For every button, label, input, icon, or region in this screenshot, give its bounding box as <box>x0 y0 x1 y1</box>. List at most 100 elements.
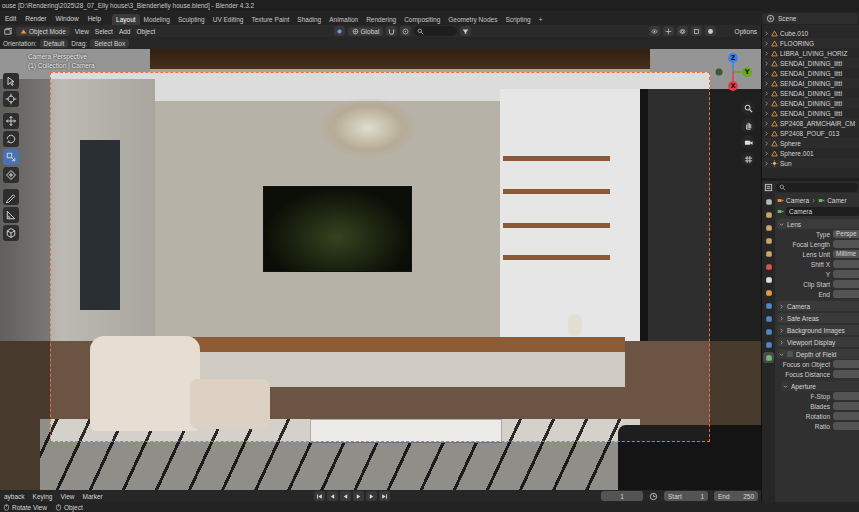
outliner-item[interactable]: SENDAI_DINING_littl <box>762 98 859 108</box>
property-field[interactable] <box>833 422 859 430</box>
expand-arrow-icon[interactable] <box>764 51 769 56</box>
annotate-tool[interactable] <box>3 189 19 205</box>
workspace-tab[interactable]: Animation <box>325 14 362 25</box>
cursor-tool[interactable] <box>3 91 19 107</box>
navigation-gizmo[interactable]: ZYX <box>711 51 755 93</box>
outliner-item[interactable]: FLOORING <box>762 38 859 48</box>
camera-view-button[interactable] <box>741 135 755 149</box>
expand-arrow-icon[interactable] <box>764 131 769 136</box>
outliner-item[interactable]: LIBRA_LIVING_HORIZ <box>762 48 859 58</box>
viewport-menu-item[interactable]: Select <box>94 27 114 36</box>
properties-tab[interactable] <box>763 313 774 324</box>
expand-arrow-icon[interactable] <box>764 81 769 86</box>
timeline-menu-item[interactable]: Marker <box>81 492 103 501</box>
scene-render[interactable] <box>0 49 761 490</box>
panel-header[interactable]: Safe Areas <box>777 313 859 323</box>
properties-tab[interactable] <box>763 222 774 233</box>
timeline-menu-item[interactable]: ayback <box>3 492 26 501</box>
jump-end-button[interactable] <box>379 491 390 501</box>
panel-header[interactable]: Background Images <box>777 325 859 335</box>
viewport-menu-item[interactable]: Object <box>136 27 157 36</box>
expand-arrow-icon[interactable] <box>764 101 769 106</box>
properties-tab[interactable] <box>763 248 774 259</box>
properties-tab[interactable] <box>763 209 774 220</box>
outliner-item[interactable]: SENDAI_DINING_littl <box>762 88 859 98</box>
viewport-search[interactable] <box>414 26 457 36</box>
timeline-menu-item[interactable]: View <box>59 492 75 501</box>
proportional-button[interactable] <box>400 26 411 36</box>
expand-arrow-icon[interactable] <box>764 161 769 166</box>
snap-button[interactable] <box>386 26 397 36</box>
scene-selector[interactable]: Scene <box>762 13 858 24</box>
expand-arrow-icon[interactable] <box>764 121 769 126</box>
property-field[interactable] <box>833 290 859 298</box>
menu-item[interactable]: Help <box>87 14 102 23</box>
panel-header[interactable]: Aperture <box>781 381 859 391</box>
outliner-item[interactable]: SP2408_POUF_013 <box>762 128 859 138</box>
expand-arrow-icon[interactable] <box>764 141 769 146</box>
workspace-tab[interactable]: Rendering <box>362 14 400 25</box>
play-button[interactable] <box>353 491 364 501</box>
add-workspace-button[interactable]: + <box>535 14 547 25</box>
properties-tab[interactable] <box>763 326 774 337</box>
properties-tab[interactable] <box>763 352 774 363</box>
expand-arrow-icon[interactable] <box>764 41 769 46</box>
properties-tab[interactable] <box>763 235 774 246</box>
pan-button[interactable] <box>741 118 755 132</box>
drag-dropdown[interactable]: Select Box <box>90 39 129 48</box>
property-field[interactable] <box>833 360 859 368</box>
property-field[interactable] <box>833 270 859 278</box>
viewport-menu-item[interactable]: View <box>74 27 90 36</box>
properties-tab[interactable] <box>763 274 774 285</box>
panel-header[interactable]: Camera <box>777 301 859 311</box>
property-field[interactable] <box>833 392 859 400</box>
transform-tool[interactable] <box>3 167 19 183</box>
zoom-button[interactable] <box>741 101 755 115</box>
end-frame-field[interactable]: End250 <box>714 491 758 501</box>
workspace-tab[interactable]: Layout <box>112 14 140 25</box>
gizmo-toggle[interactable] <box>663 26 674 36</box>
projection-button[interactable] <box>741 152 755 166</box>
workspace-tab[interactable]: Texture Paint <box>247 14 293 25</box>
property-field[interactable] <box>833 240 859 248</box>
properties-tab[interactable] <box>763 196 774 207</box>
workspace-tab[interactable]: Sculpting <box>174 14 209 25</box>
panel-header[interactable]: Depth of Field <box>777 349 859 359</box>
3d-viewport[interactable]: Camera Perspective(1) Collection | Camer… <box>0 49 761 490</box>
timeline-menu-item[interactable]: Keying <box>32 492 54 501</box>
viewport-menu-item[interactable]: Add <box>118 27 132 36</box>
expand-arrow-icon[interactable] <box>764 91 769 96</box>
menu-item[interactable]: Render <box>24 14 47 23</box>
outliner-item[interactable]: SENDAI_DINING_littl <box>762 108 859 118</box>
pivot-button[interactable] <box>334 26 345 36</box>
properties-tab[interactable] <box>763 261 774 272</box>
property-field[interactable] <box>833 260 859 268</box>
workspace-tab[interactable]: Shading <box>293 14 325 25</box>
data-name-field[interactable]: Camera <box>786 207 859 216</box>
outliner-item[interactable]: Cube.010 <box>762 28 859 38</box>
rotate-tool[interactable] <box>3 131 19 147</box>
next-key-button[interactable] <box>366 491 377 501</box>
expand-arrow-icon[interactable] <box>764 151 769 156</box>
menu-item[interactable]: Window <box>55 14 80 23</box>
clock-icon[interactable] <box>649 492 658 501</box>
orientation-dropdown[interactable]: Default <box>40 39 69 48</box>
property-field[interactable]: Millime <box>833 250 859 258</box>
select-box-tool[interactable] <box>3 73 19 89</box>
panel-header[interactable]: Viewport Display <box>777 337 859 347</box>
panel-header[interactable]: Lens <box>777 219 859 229</box>
property-field[interactable] <box>833 280 859 288</box>
expand-arrow-icon[interactable] <box>764 31 769 36</box>
measure-tool[interactable] <box>3 207 19 223</box>
property-field[interactable] <box>833 402 859 410</box>
workspace-tab[interactable]: Geometry Nodes <box>444 14 501 25</box>
workspace-tab[interactable]: Scripting <box>501 14 534 25</box>
prev-key-button[interactable] <box>327 491 338 501</box>
properties-tab[interactable] <box>763 300 774 311</box>
outliner-item[interactable]: SP2408_ARMCHAIR_CM <box>762 118 859 128</box>
properties-search[interactable] <box>776 183 858 192</box>
mode-dropdown[interactable]: Object Mode <box>16 27 70 36</box>
move-tool[interactable] <box>3 113 19 129</box>
outliner-item[interactable]: SENDAI_DINING_littl <box>762 58 859 68</box>
workspace-tab[interactable]: UV Editing <box>209 14 248 25</box>
